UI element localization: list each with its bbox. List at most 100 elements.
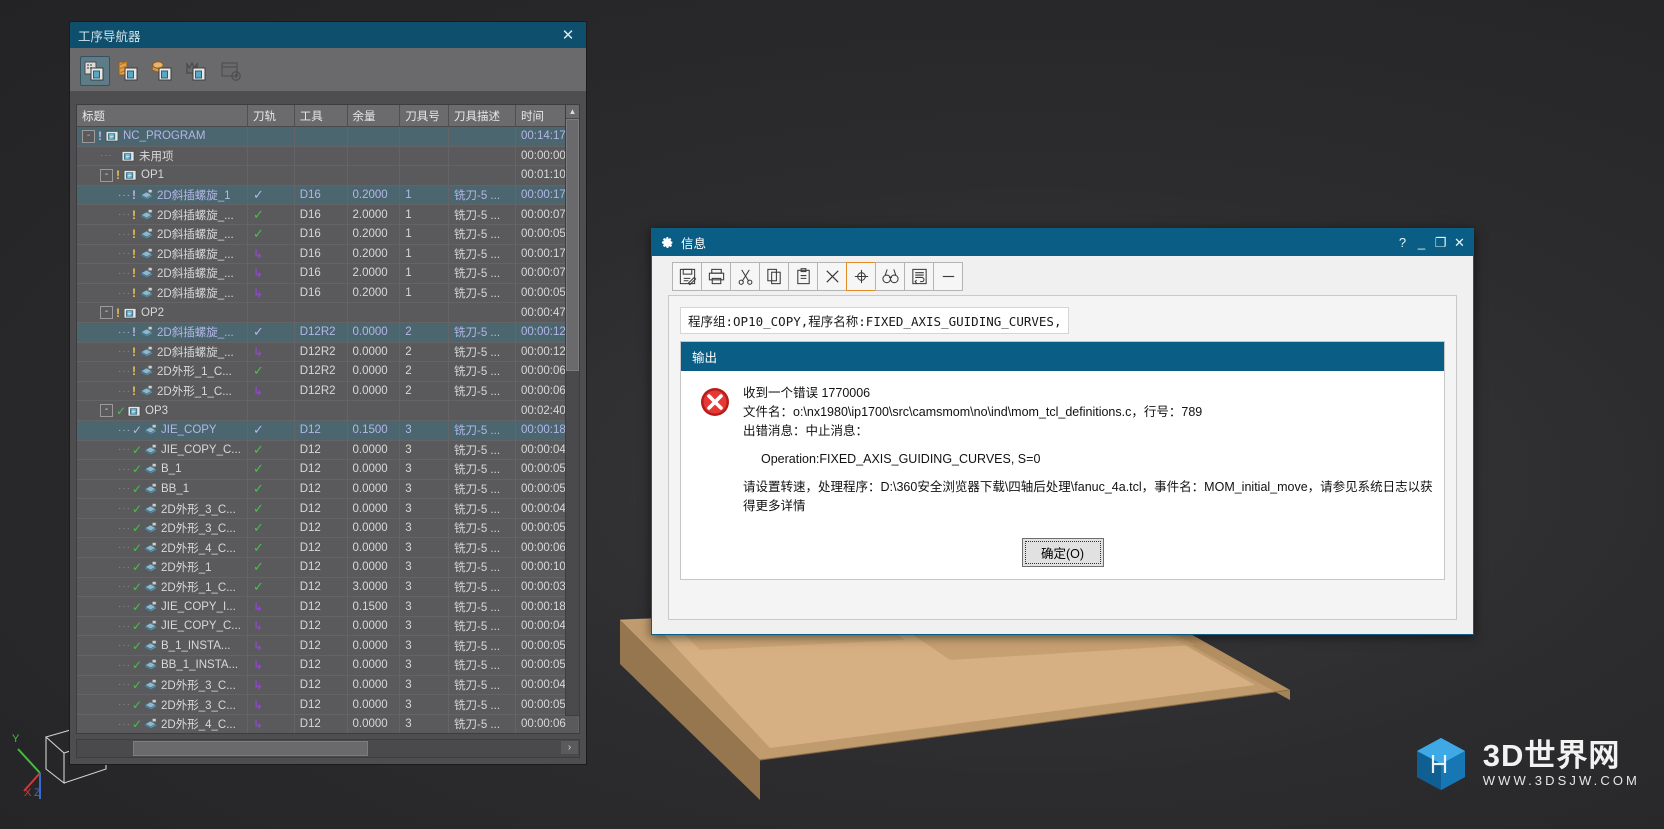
help-icon[interactable]: ? <box>1393 233 1412 253</box>
cell-toolpath: ↳ <box>247 244 295 265</box>
column-header-5[interactable]: 刀具描述 <box>448 105 517 127</box>
operation-tree[interactable]: 标题 刀轨 工具 余量 刀具号 刀具描述 时间 -! NC_PROGRAM 00:14:17 ··… <box>76 104 580 734</box>
crosshair-icon[interactable] <box>846 262 876 291</box>
cell-title: ···✓ B_1 <box>77 459 249 480</box>
table-row[interactable]: ···! 2D外形_1_C... ✓ D12R2 0.0000 2 铣刀-5 ... 00:0… <box>77 361 579 382</box>
vertical-scroll-thumb[interactable] <box>566 119 579 371</box>
delete-icon[interactable] <box>817 262 847 291</box>
paste-icon[interactable] <box>788 262 818 291</box>
table-row[interactable]: ···✓ 2D外形_3_C... ✓ D12 0.0000 3 铣刀-5 ... 00:00:… <box>77 518 579 539</box>
minus-icon[interactable] <box>933 262 963 291</box>
table-row[interactable]: ···✓ B_1 ✓ D12 0.0000 3 铣刀-5 ... 00:00:05 <box>77 459 579 480</box>
error-line-5: 请设置转速，处理程序：D:\360安全浏览器下载\四轴后处理\fanuc_4a.… <box>743 480 1433 513</box>
wordwrap-icon[interactable] <box>904 262 934 291</box>
table-row[interactable]: ··· 未用项 00:00:00 <box>77 146 579 167</box>
cell-toolnum: 3 <box>399 714 450 733</box>
table-row[interactable]: - ✓ OP3 00:02:40 <box>77 400 579 421</box>
copy-icon[interactable] <box>759 262 789 291</box>
toolbar-program-order-view[interactable] <box>80 56 110 86</box>
table-row[interactable]: ···✓ 2D外形_1 ✓ D12 0.0000 3 铣刀-5 ... 00:00:10 <box>77 557 579 578</box>
print-icon[interactable] <box>701 262 731 291</box>
cell-tool: D12 <box>294 577 348 598</box>
horizontal-scrollbar[interactable]: › <box>76 739 580 758</box>
toolbar-geometry-view[interactable] <box>148 56 178 86</box>
close-icon[interactable]: ✕ <box>1450 233 1469 253</box>
cut-icon[interactable] <box>730 262 760 291</box>
cell-toolpath <box>247 146 295 167</box>
table-row[interactable]: ···! 2D斜插螺旋_1 ✓ D16 0.2000 1 铣刀-5 ... 00:00:17 <box>77 185 579 206</box>
table-row[interactable]: -! OP2 00:00:47 <box>77 302 579 323</box>
cell-tooldesc: 铣刀-5 ... <box>448 675 517 696</box>
scroll-up-icon[interactable]: ▲ <box>566 105 579 118</box>
cell-toolnum <box>399 126 450 147</box>
vertical-scrollbar[interactable]: ▲ <box>565 104 580 716</box>
table-row[interactable]: ···✓ 2D外形_3_C... ✓ D12 0.0000 3 铣刀-5 ... 00:00:… <box>77 498 579 519</box>
cell-tool: D16 <box>294 185 348 206</box>
table-row[interactable]: ···✓ BB_1 ✓ D12 0.0000 3 铣刀-5 ... 00:00:05 <box>77 479 579 500</box>
regenerate-icon: ↳ <box>253 677 264 692</box>
cell-title: -! OP1 <box>77 165 249 186</box>
toolbar-machining-method-view[interactable] <box>182 56 212 86</box>
column-header-4[interactable]: 刀具号 <box>399 105 450 127</box>
cell-toolnum <box>399 146 450 167</box>
cell-stock <box>347 146 401 167</box>
table-row[interactable]: ···! 2D斜插螺旋_... ✓ D16 2.0000 1 铣刀-5 ... 00:00:0… <box>77 204 579 225</box>
dialog-title-bar[interactable]: 信息 ? _ ❐ ✕ <box>652 229 1473 256</box>
minimize-icon[interactable]: _ <box>1412 233 1431 253</box>
cell-title: ···! 2D斜插螺旋_... <box>77 283 249 304</box>
toolbar-delete-object[interactable] <box>250 56 280 86</box>
cell-toolnum <box>399 165 450 186</box>
cell-toolpath: ✓ <box>247 459 295 480</box>
check-icon: ✓ <box>253 578 264 594</box>
regenerate-icon: ↳ <box>253 286 264 301</box>
close-icon[interactable]: ✕ <box>558 26 578 44</box>
table-row[interactable]: -! OP1 00:01:10 <box>77 165 579 186</box>
table-row[interactable]: -! NC_PROGRAM 00:14:17 <box>77 126 579 147</box>
gear-icon <box>661 236 674 249</box>
save-icon[interactable] <box>672 262 702 291</box>
table-row[interactable]: ···✓ 2D外形_1_C... ✓ D12 3.0000 3 铣刀-5 ... 00:00:… <box>77 577 579 598</box>
cell-stock: 0.0000 <box>347 557 401 578</box>
table-row[interactable]: ···✓ BB_1_INSTA... ↳ D12 0.0000 3 铣刀-5 ... 00:0… <box>77 655 579 676</box>
row-label: BB_1 <box>161 482 190 495</box>
table-row[interactable]: ···! 2D斜插螺旋_... ↳ D12R2 0.0000 2 铣刀-5 ... 00:00… <box>77 342 579 363</box>
table-row[interactable]: ···! 2D外形_1_C... ↳ D12R2 0.0000 2 铣刀-5 ... 00:0… <box>77 381 579 402</box>
table-row[interactable]: ···! 2D斜插螺旋_... ✓ D12R2 0.0000 2 铣刀-5 ... 00:00… <box>77 322 579 343</box>
table-row[interactable]: ···✓ 2D外形_4_C... ✓ D12 0.0000 3 铣刀-5 ... 00:00:… <box>77 537 579 559</box>
maximize-icon[interactable]: ❐ <box>1431 233 1450 253</box>
column-header-3[interactable]: 余量 <box>347 105 401 127</box>
cell-toolnum: 3 <box>399 537 450 559</box>
table-row[interactable]: ···✓ JIE_COPY_C... ✓ D12 0.0000 3 铣刀-5 ... 00:0… <box>77 440 579 461</box>
table-row[interactable]: ···✓ JIE_COPY_I... ↳ D12 0.1500 3 铣刀-5 ... 00:0… <box>77 596 579 617</box>
cell-tool: D16 <box>294 283 348 304</box>
table-row[interactable]: ···! 2D斜插螺旋_... ↳ D16 0.2000 1 铣刀-5 ... 00:00:1… <box>77 244 579 265</box>
table-row[interactable]: ···✓ 2D外形_4_C... ↳ D12 0.0000 3 铣刀-5 ... 00:00:… <box>77 714 579 733</box>
table-row[interactable]: ···✓ B_1_INSTA... ↳ D12 0.0000 3 铣刀-5 ... 00:00… <box>77 635 579 657</box>
cell-title: ···✓ JIE_COPY_C... <box>77 440 249 461</box>
cell-title: -! NC_PROGRAM <box>77 126 249 147</box>
table-row[interactable]: ···! 2D斜插螺旋_... ↳ D16 0.2000 1 铣刀-5 ... 00:00:0… <box>77 283 579 304</box>
column-header-1[interactable]: 刀轨 <box>247 105 295 127</box>
cell-toolpath <box>247 302 295 323</box>
table-row[interactable]: ···✓ JIE_COPY ✓ D12 0.1500 3 铣刀-5 ... 00:00:18 <box>77 420 579 441</box>
toolbar-machine-tool-view[interactable] <box>114 56 144 86</box>
table-row[interactable]: ···✓ 2D外形_3_C... ↳ D12 0.0000 3 铣刀-5 ... 00:00:… <box>77 675 579 696</box>
cell-stock: 0.0000 <box>347 479 401 500</box>
table-row[interactable]: ···! 2D斜插螺旋_... ✓ D16 0.2000 1 铣刀-5 ... 00:00:0… <box>77 224 579 245</box>
column-header-0[interactable]: 标题 <box>77 105 249 127</box>
table-row[interactable]: ···✓ 2D外形_3_C... ↳ D12 0.0000 3 铣刀-5 ... 00:00:… <box>77 694 579 715</box>
scroll-right-icon[interactable]: › <box>561 741 578 754</box>
find-icon[interactable] <box>875 262 905 291</box>
navigator-title-bar[interactable]: 工序导航器 ✕ <box>70 22 586 48</box>
horizontal-scroll-thumb[interactable] <box>133 741 368 756</box>
table-body: -! NC_PROGRAM 00:14:17 ··· 未用项 00:00:00-! OP1 0… <box>77 126 579 733</box>
toolbar-create-object[interactable] <box>216 56 246 86</box>
row-label: 2D外形_1_C... <box>161 581 236 594</box>
operation-table: 标题 刀轨 工具 余量 刀具号 刀具描述 时间 -! NC_PROGRAM 00:14:17 ··… <box>77 105 579 733</box>
table-row[interactable]: ···! 2D斜插螺旋_... ↳ D16 2.0000 1 铣刀-5 ... 00:00:0… <box>77 263 579 284</box>
table-row[interactable]: ···✓ JIE_COPY_C... ↳ D12 0.0000 3 铣刀-5 ... 00:0… <box>77 616 579 637</box>
ok-button[interactable]: 确定(O) <box>1021 538 1104 567</box>
cell-stock: 0.0000 <box>347 616 401 637</box>
column-header-2[interactable]: 工具 <box>294 105 348 127</box>
cell-tool: D16 <box>294 204 348 225</box>
